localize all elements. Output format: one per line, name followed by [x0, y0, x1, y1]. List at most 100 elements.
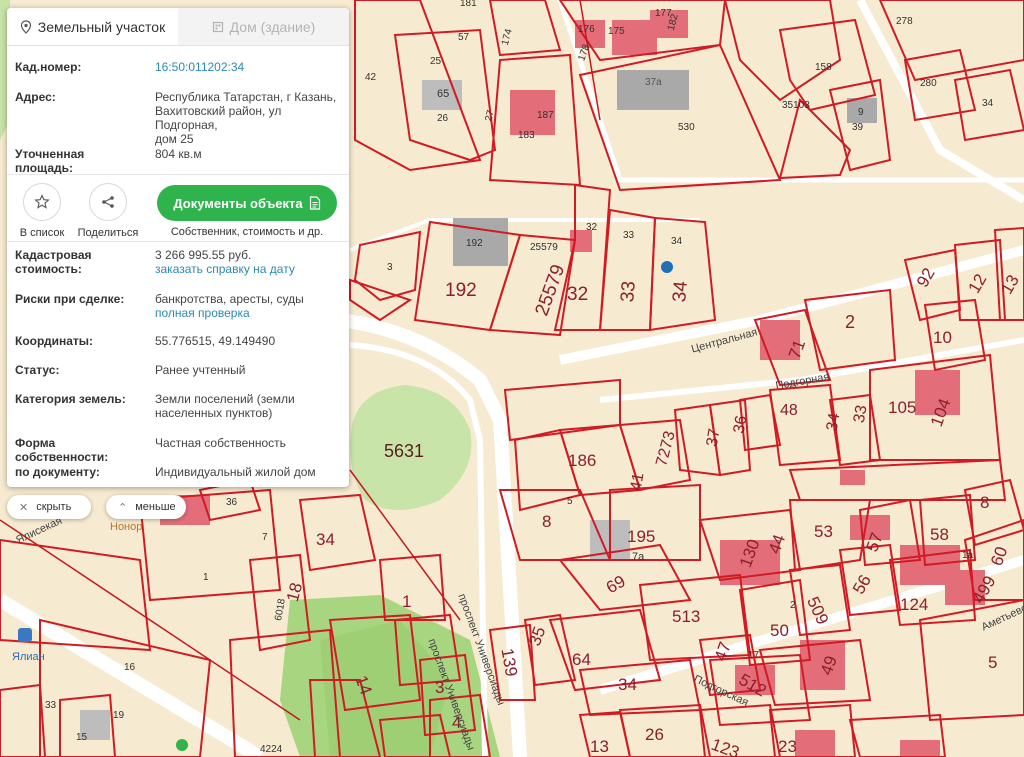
parcel-number: 42 — [365, 72, 377, 83]
parcel-number: 5 — [988, 653, 997, 672]
land-category-value: Земли поселений (земли населенных пунктов… — [155, 392, 295, 420]
parcel-number: 34 — [669, 280, 692, 303]
parcel-number: 39 — [852, 122, 864, 133]
parcel-number: 23 — [778, 737, 797, 756]
parcel-number: 530 — [678, 122, 695, 133]
parcel-number: 57 — [458, 32, 470, 43]
parcel-number: 17 — [748, 650, 760, 661]
ownership-value: Частная собственность — [155, 436, 286, 450]
hide-label: скрыть — [36, 501, 72, 513]
parcel-number: 35103 — [782, 100, 810, 111]
risks-value: банкротства, аресты, суды полная проверк… — [155, 292, 340, 320]
chevron-up-icon: ⌃ — [118, 501, 128, 514]
parcel-number: 186 — [568, 451, 596, 470]
parcel-number: 36 — [731, 414, 751, 435]
parcel-number: 513 — [672, 607, 700, 626]
tab-house[interactable]: Дом (здание) — [178, 8, 349, 45]
parcel-number: 195 — [627, 527, 655, 546]
label: Кадастровая стоимость: — [15, 248, 92, 276]
label: Риски при сделке: — [15, 292, 125, 306]
row-address: Адрес: Республика Татарстан, г Казань, В… — [15, 90, 341, 146]
parcel-number: 33 — [617, 280, 640, 303]
address-line: Республика Татарстан, г Казань, — [155, 90, 337, 104]
parcel-number: 53 — [814, 522, 833, 541]
tab-land-plot[interactable]: Земельный участок — [7, 8, 178, 45]
selected-parcel-marker[interactable] — [661, 261, 673, 273]
area-value: 804 кв.м — [155, 147, 202, 161]
panel-tabs: Земельный участок Дом (здание) — [7, 8, 349, 46]
tab-house-label: Дом (здание) — [229, 18, 316, 35]
parcel-number: 1 — [402, 592, 411, 611]
parcel-number: 278 — [896, 16, 913, 27]
address-line: дом 25 — [155, 132, 194, 146]
status-value: Ранее учтенный — [155, 363, 246, 377]
parcel-number: 8 — [542, 512, 551, 531]
by-document-value: Индивидуальный жилой дом — [155, 465, 316, 479]
parcel-number: 50 — [770, 621, 789, 640]
parcel-number: 26 — [437, 113, 449, 124]
add-to-list-label: В список — [19, 227, 65, 239]
parcel-number: 10 — [933, 328, 952, 347]
parcel-number: 124 — [900, 595, 928, 614]
document-icon — [309, 196, 320, 210]
parcel-number: 48 — [780, 402, 798, 419]
parcel-number: 183 — [518, 130, 535, 141]
parcel-number: 158 — [815, 62, 832, 73]
parcel-number: 1а — [962, 550, 974, 561]
star-icon — [34, 194, 50, 209]
parcel-number: 36 — [226, 497, 238, 508]
parcel-number: 34 — [824, 412, 844, 433]
parcel-number: 58 — [930, 525, 949, 544]
parcel-number: 9 — [858, 107, 864, 118]
full-check-link[interactable]: полная проверка — [155, 306, 250, 320]
poi-icon[interactable] — [18, 628, 32, 642]
parcel-number: 192 — [445, 280, 477, 301]
parcel-number: 181 — [460, 0, 477, 9]
parcel-number: 33 — [45, 700, 57, 711]
location-pin-icon[interactable] — [176, 739, 188, 751]
parcel-number: 5 — [567, 496, 573, 507]
label: Кад.номер: — [15, 60, 82, 74]
label: Координаты: — [15, 334, 94, 348]
label: Категория земель: — [15, 392, 126, 406]
parcel-number: 37а — [645, 77, 662, 88]
label: Форма собственности: — [15, 436, 109, 464]
parcel-number: 33 — [623, 230, 635, 241]
label: Статус: — [15, 363, 60, 377]
parcel-number: 8 — [980, 493, 989, 512]
documents-button[interactable]: Документы объекта — [157, 185, 337, 221]
parcel-number: 4224 — [260, 744, 283, 755]
order-certificate-link[interactable]: заказать справку на дату — [155, 262, 295, 276]
parcel-number: 26 — [645, 725, 664, 744]
parcel-number: 65 — [437, 88, 449, 100]
parcel-number: 7а — [632, 551, 645, 563]
parcel-number: 1 — [203, 572, 209, 583]
risks-text: банкротства, аресты, суды — [155, 292, 304, 306]
less-label: меньше — [135, 501, 176, 513]
parcel-number: 19 — [113, 710, 125, 721]
address-value: Республика Татарстан, г Казань, Вахитовс… — [155, 90, 340, 146]
parcel-number: 280 — [920, 78, 937, 89]
parcel-number: 7 — [262, 532, 268, 543]
parcel-number: 64 — [572, 650, 591, 669]
parcel-number: 2 — [790, 600, 796, 611]
add-to-list-button[interactable] — [23, 183, 61, 221]
parcel-number: 16 — [124, 662, 136, 673]
parcel-number: 192 — [466, 238, 483, 249]
share-icon — [102, 196, 114, 208]
cost-amount: 3 266 995.55 руб. — [155, 248, 252, 262]
coordinates-value: 55.776515, 49.149490 — [155, 334, 276, 348]
cadastral-cost-value: 3 266 995.55 руб. заказать справку на да… — [155, 248, 340, 276]
label: Уточненная площадь: — [15, 147, 85, 175]
poi-label: Ялиан — [12, 651, 45, 663]
parcel-number: 15 — [76, 732, 88, 743]
hide-panel-button[interactable]: ✕ скрыть — [7, 495, 91, 519]
close-icon: ✕ — [19, 501, 29, 514]
row-risks: Риски при сделке: банкротства, аресты, с… — [15, 292, 341, 322]
less-button[interactable]: ⌃ меньше — [106, 495, 186, 519]
row-cadastral-cost: Кадастровая стоимость: 3 266 995.55 руб. … — [15, 248, 341, 278]
kad-number-link[interactable]: 16:50:011202:34 — [155, 60, 340, 74]
building-icon — [212, 21, 223, 32]
parcel-number: 41 — [628, 471, 648, 492]
share-button[interactable] — [89, 183, 127, 221]
